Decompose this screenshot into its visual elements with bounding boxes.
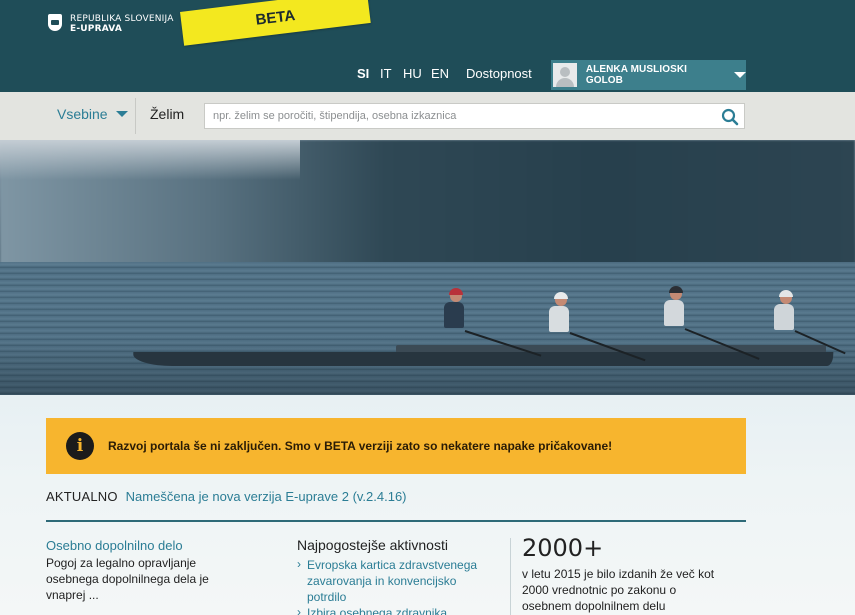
user-menu-button[interactable]: ALENKA MUSLIOSKI GOLOB bbox=[551, 60, 746, 90]
user-name: ALENKA MUSLIOSKI GOLOB bbox=[585, 64, 688, 86]
news-line: AKTUALNO Nameščena je nova verzija E-upr… bbox=[46, 489, 407, 504]
search-input[interactable] bbox=[204, 103, 717, 129]
statistic-text: v letu 2015 je bilo izdanih že več kot 2… bbox=[522, 567, 715, 613]
section-divider bbox=[46, 520, 746, 522]
chevron-down-icon bbox=[734, 72, 746, 78]
search-icon bbox=[721, 108, 739, 126]
lang-en[interactable]: EN bbox=[431, 66, 449, 81]
divider bbox=[135, 98, 136, 134]
news-link[interactable]: Nameščena je nova verzija E-uprave 2 (v.… bbox=[126, 489, 407, 504]
chevron-down-icon bbox=[115, 111, 128, 117]
column-title-link[interactable]: Osebno dopolnilno delo bbox=[46, 538, 266, 553]
contents-menu-button[interactable]: Vsebine bbox=[57, 106, 128, 122]
column-supplementary-work: Osebno dopolnilno delo Pogoj za legalno … bbox=[46, 538, 266, 603]
rower bbox=[660, 286, 690, 328]
rower bbox=[545, 292, 575, 334]
slovenia-crest-icon bbox=[48, 14, 62, 31]
lang-hu[interactable]: HU bbox=[403, 66, 422, 81]
search-button[interactable] bbox=[716, 103, 745, 129]
brand-line-1: REPUBLIKA SLOVENIJA bbox=[70, 14, 174, 24]
rower bbox=[770, 290, 800, 332]
news-label: AKTUALNO bbox=[46, 489, 118, 504]
want-label: Želim bbox=[150, 106, 185, 122]
column-statistic: 2000+ v letu 2015 je bilo izdanih že več… bbox=[510, 534, 750, 614]
rower bbox=[440, 288, 470, 330]
lang-it[interactable]: IT bbox=[380, 66, 392, 81]
statistic-number: 2000+ bbox=[522, 534, 604, 562]
rowing-boat bbox=[132, 352, 834, 366]
brand-line-2: E-UPRAVA bbox=[70, 24, 122, 34]
activity-link[interactable]: Evropska kartica zdravstvenega zavarovan… bbox=[297, 556, 507, 605]
notice-text: Razvoj portala še ni zaključen. Smo v BE… bbox=[108, 439, 613, 453]
activity-link[interactable]: Izbira osebnega zdravnika bbox=[297, 604, 507, 615]
lang-si[interactable]: SI bbox=[357, 66, 369, 81]
accessibility-link[interactable]: Dostopnost bbox=[466, 66, 532, 81]
contents-menu-label: Vsebine bbox=[57, 106, 108, 122]
column-frequent-activities: Najpogostejše aktivnosti Evropska kartic… bbox=[297, 537, 507, 615]
info-icon: i bbox=[66, 432, 94, 460]
beta-notice-banner: i Razvoj portala še ni zaključen. Smo v … bbox=[46, 418, 746, 474]
column-title: Najpogostejše aktivnosti bbox=[297, 537, 448, 553]
avatar-icon bbox=[553, 63, 577, 87]
column-text: Pogoj za legalno opravljanje osebnega do… bbox=[46, 556, 209, 602]
brand-logo[interactable]: REPUBLIKA SLOVENIJA E-UPRAVA bbox=[48, 14, 174, 34]
